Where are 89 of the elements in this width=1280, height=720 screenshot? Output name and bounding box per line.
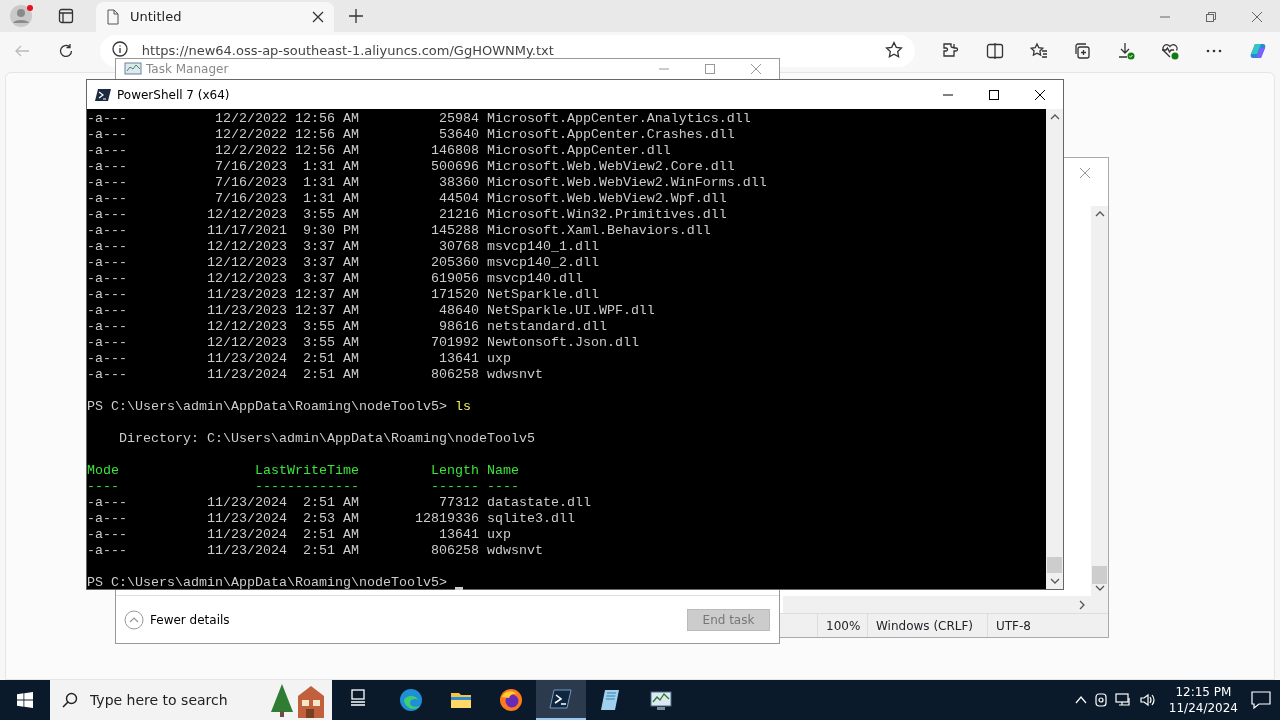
scrollbar[interactable] xyxy=(783,596,1108,613)
console-line: -a--- 11/23/2024 2:51 AM 806258 wdwsnvt xyxy=(87,367,543,383)
heart-pulse-icon xyxy=(1161,42,1180,60)
console-header: Mode LastWriteTime Length Name xyxy=(87,463,519,479)
info-icon xyxy=(111,41,128,57)
notification-icon[interactable] xyxy=(1250,690,1272,710)
scrollbar-thumb[interactable] xyxy=(1047,557,1062,573)
scrollbar[interactable] xyxy=(1091,206,1108,596)
tab-actions-icon xyxy=(58,8,74,24)
plus-icon xyxy=(348,8,364,24)
monitor-chart-icon xyxy=(124,61,142,77)
window-title: PowerShell 7 (x64) xyxy=(117,86,231,104)
console-line: -a--- 11/23/2024 2:51 AM 13641 uxp xyxy=(87,527,511,543)
scroll-down-icon xyxy=(1049,577,1060,585)
close-icon[interactable] xyxy=(312,11,324,23)
collections-icon xyxy=(1073,42,1092,60)
command-text: ls xyxy=(454,399,471,415)
puzzle-icon xyxy=(941,42,960,60)
console-line: -a--- 12/12/2023 3:55 AM 21216 Microsoft.Win32.Primitives.dll xyxy=(87,207,727,223)
chevron-up-icon[interactable] xyxy=(1074,695,1087,705)
clock-date: 11/24/2024 xyxy=(1168,700,1238,716)
console-line: -a--- 11/23/2024 2:53 AM 12819336 sqlite3.dll xyxy=(87,511,575,527)
taskbar-app-button[interactable] xyxy=(536,680,586,720)
console-line: -a--- 12/12/2023 3:37 AM 30768 msvcp140_1.dll xyxy=(87,239,599,255)
restore-icon xyxy=(1205,11,1217,23)
scroll-up-icon xyxy=(1049,113,1060,121)
console-line: -a--- 11/23/2023 12:37 AM 171520 NetSparkle.dll xyxy=(87,287,599,303)
scroll-up-icon xyxy=(1094,210,1105,218)
scroll-right-icon xyxy=(1078,599,1086,610)
status-text: 100% xyxy=(817,614,867,637)
console-line: -a--- 11/23/2024 2:51 AM 77312 datastate.dll xyxy=(87,495,591,511)
browser-tab[interactable]: Untitled xyxy=(96,2,334,32)
close-icon xyxy=(1251,11,1263,23)
search-field[interactable]: Type here to search xyxy=(88,688,258,712)
console-line: -a--- 7/16/2023 1:31 AM 44504 Microsoft.Web.WebView2.Wpf.dll xyxy=(87,191,727,207)
console-line: Directory: C:\Users\admin\AppData\Roaming\nodeToolv5 xyxy=(118,431,535,447)
download-icon xyxy=(1117,42,1136,60)
maximize-icon xyxy=(704,63,716,75)
url-text: https://new64.oss-ap-southeast-1.aliyuncs.com/GgHOWNMy.txt xyxy=(141,42,555,60)
copilot-icon xyxy=(1249,42,1268,60)
prompt-text: PS C:\Users\admin\AppData\Roaming\nodeToolv5> xyxy=(87,575,447,591)
console-line: -a--- 11/17/2021 9:30 PM 145288 Microsoft.Xaml.Behaviors.dll xyxy=(87,223,711,239)
close-icon xyxy=(1034,88,1046,101)
maximize-icon xyxy=(988,88,1000,101)
console-line: -a--- 12/2/2022 12:56 AM 146808 Microsoft.AppCenter.dll xyxy=(87,143,671,159)
monitor-chart-icon xyxy=(649,688,673,712)
chevron-up-circle-icon xyxy=(124,609,144,630)
scrollbar-thumb[interactable] xyxy=(1092,566,1107,584)
console-line: -a--- 12/12/2023 3:55 AM 98616 netstandard.dll xyxy=(87,319,607,335)
search-box[interactable]: Type here to search xyxy=(50,680,332,720)
console-line: -a--- 12/2/2022 12:56 AM 53640 Microsoft.AppCenter.Crashes.dll xyxy=(87,127,735,143)
console-line: -a--- 12/12/2023 3:37 AM 205360 msvcp140_2.dll xyxy=(87,255,599,271)
console-line: -a--- 12/12/2023 3:55 AM 701992 Newtonsoft.Json.dll xyxy=(87,335,639,351)
split-screen-icon xyxy=(985,42,1004,60)
console-line: -a--- 7/16/2023 1:31 AM 38360 Microsoft.Web.WebView2.WinForms.dll xyxy=(87,175,767,191)
clock-time: 12:15 PM xyxy=(1174,684,1233,700)
console-line: -a--- 11/23/2024 2:51 AM 806258 wdwsnvt xyxy=(87,543,543,559)
close-icon xyxy=(1079,167,1091,179)
speaker-icon[interactable] xyxy=(1138,692,1157,708)
console-line: -a--- 12/12/2023 3:37 AM 619056 msvcp140.dll xyxy=(87,271,583,287)
document-icon xyxy=(106,9,120,25)
network-icon[interactable] xyxy=(1114,692,1133,708)
star-icon[interactable] xyxy=(884,41,903,59)
refresh-icon xyxy=(57,43,74,59)
back-arrow-icon xyxy=(13,43,30,59)
scrollbar[interactable] xyxy=(1046,109,1063,589)
profile-icon[interactable] xyxy=(9,4,35,28)
prompt-text: PS C:\Users\admin\AppData\Roaming\nodeToolv5> xyxy=(87,399,447,415)
browser-icon xyxy=(399,688,423,712)
clock[interactable]: 12:15 PM 11/24/2024 xyxy=(1168,684,1238,716)
console-line: -a--- 11/23/2023 12:37 AM 48640 NetSparkle.UI.WPF.dll xyxy=(87,303,655,319)
console-header: ---- ------------- ------ ---- xyxy=(87,479,519,495)
console-line: -a--- 12/2/2022 12:56 AM 25984 Microsoft.AppCenter.Analytics.dll xyxy=(87,111,751,127)
fox-globe-icon xyxy=(499,688,523,712)
windows-logo-icon xyxy=(17,692,33,708)
console-line: -a--- 11/23/2024 2:51 AM 13641 uxp xyxy=(87,351,511,367)
more-icon xyxy=(1206,49,1223,53)
terminal-icon xyxy=(95,87,111,102)
scroll-down-icon xyxy=(1094,584,1105,592)
status-text: Windows (CRLF) xyxy=(867,614,987,637)
console-line: -a--- 7/16/2023 1:31 AM 500696 Microsoft.Web.WebView2.Core.dll xyxy=(87,159,735,175)
status-text: UTF-8 xyxy=(987,614,1067,637)
star-list-icon xyxy=(1029,42,1048,60)
tray-app-icon[interactable] xyxy=(1092,692,1109,708)
close-icon xyxy=(750,63,762,75)
fewer-details-link[interactable]: Fewer details xyxy=(124,609,230,630)
tab-title: Untitled xyxy=(130,8,183,27)
terminal-icon xyxy=(549,687,573,711)
search-icon xyxy=(62,692,78,708)
